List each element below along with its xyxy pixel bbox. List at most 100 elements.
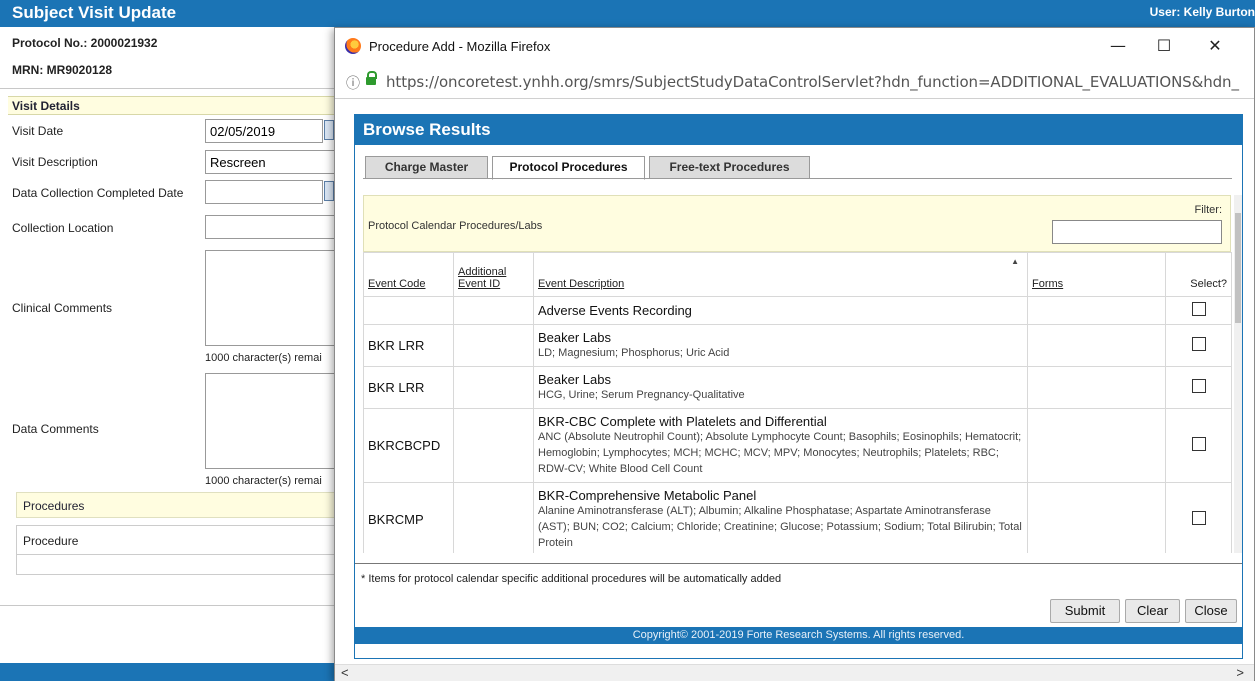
additional-event-id [453, 482, 534, 553]
event-title: Adverse Events Recording [538, 303, 692, 318]
visit-description-input[interactable]: Rescreen [205, 150, 340, 174]
url-text[interactable]: https://oncoretest.ynhh.org/smrs/Subject… [386, 73, 1244, 91]
forms-cell [1027, 482, 1166, 553]
vertical-scrollbar[interactable] [1234, 195, 1242, 553]
procedure-row: Procedure [16, 525, 338, 555]
table-row: BKR LRR Beaker Labs LD; Magnesium; Phosph… [363, 324, 1232, 367]
tab-free-text-procedures[interactable]: Free-text Procedures [649, 156, 810, 179]
select-checkbox[interactable] [1191, 379, 1206, 393]
page-title: Subject Visit Update [12, 3, 177, 22]
column-header-select: Select? [1165, 252, 1232, 297]
scroll-left-icon[interactable]: < [341, 665, 349, 680]
window-titlebar[interactable]: Procedure Add - Mozilla Firefox — ☐ ✕ [335, 28, 1254, 65]
event-title: Beaker Labs [538, 330, 611, 345]
data-collection-date-input[interactable] [205, 180, 323, 204]
copyright-footer: Copyright© 2001-2019 Forte Research Syst… [355, 627, 1242, 644]
column-header-additional-event-id[interactable]: Additional Event ID [453, 252, 534, 297]
close-button[interactable]: Close [1185, 599, 1237, 623]
event-description: Beaker Labs HCG, Urine; Serum Pregnancy-Q… [533, 366, 1028, 409]
select-checkbox[interactable] [1191, 302, 1206, 316]
additional-event-id [453, 296, 534, 325]
tab-protocol-procedures[interactable]: Protocol Procedures [492, 156, 645, 180]
filter-bar: Protocol Calendar Procedures/Labs Filter… [363, 195, 1231, 252]
submit-button[interactable]: Submit [1050, 599, 1120, 623]
lock-icon[interactable] [366, 71, 377, 85]
section-title: Visit Details [12, 99, 80, 113]
copyright-text: Copyright© 2001-2019 Forte Research Syst… [632, 629, 965, 641]
table-row: BKR LRR Beaker Labs HCG, Urine; Serum Pre… [363, 366, 1232, 409]
horizontal-scrollbar[interactable]: < > [335, 664, 1254, 681]
column-header-forms[interactable]: Forms [1027, 252, 1166, 297]
event-title: Beaker Labs [538, 372, 611, 387]
event-code [363, 296, 454, 325]
data-comments-textarea[interactable] [205, 373, 340, 469]
event-title: BKR-CBC Complete with Platelets and Diff… [538, 414, 827, 429]
forms-cell [1027, 296, 1166, 325]
select-checkbox[interactable] [1191, 337, 1206, 351]
select-checkbox[interactable] [1191, 437, 1206, 451]
tab-underline [363, 178, 1232, 179]
results-table: Event Code Additional Event ID ▲ Event Des… [363, 252, 1232, 553]
results-list: Protocol Calendar Procedures/Labs Filter… [363, 195, 1242, 553]
procedures-header: Procedures [16, 492, 338, 518]
protocol-number: Protocol No.: 2000021932 [12, 36, 158, 50]
firefox-icon [345, 38, 361, 54]
event-code: BKRCMP [363, 482, 454, 553]
minimize-button[interactable]: — [1098, 34, 1138, 60]
filter-section-title: Protocol Calendar Procedures/Labs [368, 220, 543, 232]
select-cell [1165, 482, 1232, 553]
event-detail: LD; Magnesium; Phosphorus; Uric Acid [538, 347, 730, 359]
divider [355, 563, 1242, 564]
browse-results-panel: Browse Results Charge Master Protocol Pr… [354, 114, 1243, 659]
procedure-label: Procedure [23, 534, 79, 548]
mrn: MRN: MR9020128 [12, 63, 113, 77]
additional-event-id [453, 408, 534, 483]
select-cell [1165, 366, 1232, 409]
tab-charge-master[interactable]: Charge Master [365, 156, 488, 179]
calendar-icon[interactable] [324, 120, 334, 140]
event-detail: Alanine Aminotransferase (ALT); Albumin;… [538, 505, 1022, 549]
scrollbar-thumb[interactable] [1235, 213, 1241, 323]
column-header-event-code[interactable]: Event Code [363, 252, 454, 297]
forms-cell [1027, 324, 1166, 367]
forms-cell [1027, 366, 1166, 409]
event-detail: ANC (Absolute Neutrophil Count); Absolut… [538, 431, 1022, 475]
event-code: BKRCBCPD [363, 408, 454, 483]
collection-location-input[interactable] [205, 215, 340, 239]
window-title: Procedure Add - Mozilla Firefox [369, 39, 551, 54]
maximize-button[interactable]: ☐ [1144, 34, 1184, 60]
additional-event-id [453, 324, 534, 367]
event-description: Adverse Events Recording [533, 296, 1028, 325]
scroll-right-icon[interactable]: > [1236, 665, 1244, 680]
visit-date-label: Visit Date [12, 124, 64, 138]
event-code: BKR LRR [363, 366, 454, 409]
filter-input[interactable] [1052, 220, 1222, 244]
column-header-event-description[interactable]: ▲ Event Description [533, 252, 1028, 297]
browse-title: Browse Results [363, 120, 491, 139]
remaining-characters: 1000 character(s) remai [205, 475, 322, 487]
page-header: Subject Visit Update User: Kelly Burton [0, 0, 1255, 27]
visit-details-header: Visit Details [8, 96, 338, 115]
collection-location-label: Collection Location [12, 221, 114, 235]
table-row: Adverse Events Recording [363, 296, 1232, 325]
visit-date-input[interactable]: 02/05/2019 [205, 119, 323, 143]
site-info-icon[interactable]: ⓘ [346, 73, 360, 93]
browse-header: Browse Results [355, 115, 1242, 145]
address-bar[interactable]: ⓘ https://oncoretest.ynhh.org/smrs/Subje… [335, 65, 1254, 99]
procedure-add-window: Procedure Add - Mozilla Firefox — ☐ ✕ ⓘ … [334, 27, 1255, 681]
event-title: BKR-Comprehensive Metabolic Panel [538, 488, 757, 503]
visit-description-label: Visit Description [12, 155, 98, 169]
additional-event-id [453, 366, 534, 409]
section-title: Procedures [23, 499, 85, 513]
current-user: User: Kelly Burton [1149, 5, 1255, 19]
calendar-icon[interactable] [324, 181, 334, 201]
select-cell [1165, 296, 1232, 325]
close-window-button[interactable]: ✕ [1195, 34, 1235, 60]
filter-label: Filter: [1194, 204, 1223, 216]
event-description: Beaker Labs LD; Magnesium; Phosphorus; Ur… [533, 324, 1028, 367]
clinical-comments-textarea[interactable] [205, 250, 340, 346]
event-description: BKR-Comprehensive Metabolic Panel Alanine… [533, 482, 1028, 553]
clear-button[interactable]: Clear [1125, 599, 1180, 623]
sort-ascending-icon: ▲ [1011, 257, 1019, 266]
select-checkbox[interactable] [1191, 511, 1206, 525]
